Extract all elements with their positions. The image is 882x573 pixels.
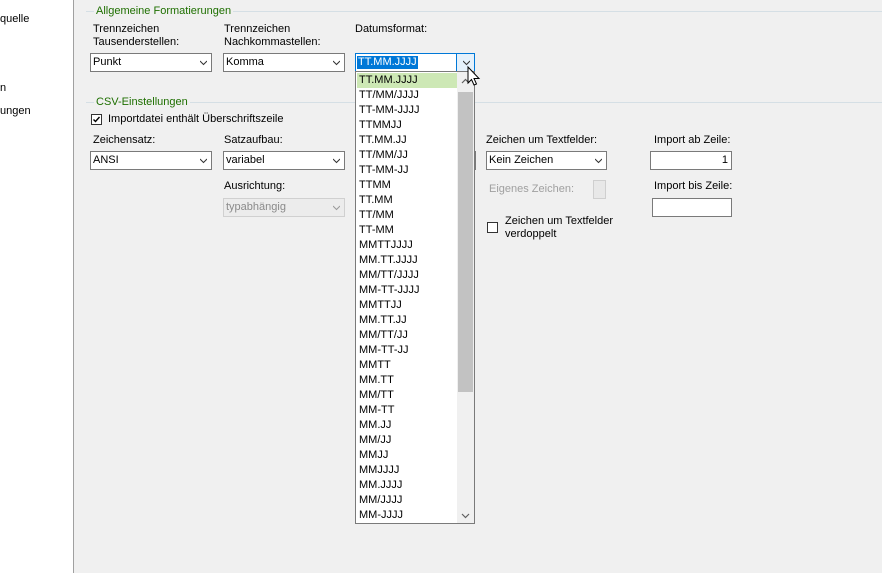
double-qualifier-checkbox[interactable] [487,222,498,233]
alignment-label: Ausrichtung: [224,180,286,192]
input-value: 1 [721,154,728,166]
chevron-down-icon[interactable] [461,512,470,519]
header-row-label: Importdatei enthält Überschriftszeile [108,113,284,125]
dropdown-option[interactable]: TT/MM [357,208,459,223]
record-structure-combo[interactable]: variabel [223,151,345,170]
import-from-input[interactable]: 1 [650,151,732,170]
dropdown-option[interactable]: TT.MM.JJJJ [357,73,459,88]
chevron-down-icon [200,158,207,164]
dropdown-option[interactable]: MM-TT-JJJJ [357,283,459,298]
alignment-combo[interactable]: typabhängig [223,198,345,217]
dropdown-option[interactable]: MM/JJ [357,433,459,448]
dropdown-option[interactable]: MMTT [357,358,459,373]
header-row-checkbox[interactable] [91,114,102,125]
combo-value: Kein Zeichen [489,154,554,166]
dropdown-option[interactable]: MMTTJJJJ [357,238,459,253]
combo-value: Komma [226,56,264,68]
chevron-down-icon [333,60,340,66]
dropdown-option[interactable]: MM.TT.JJ [357,313,459,328]
checkmark-icon [93,116,101,123]
nav-item[interactable]: ungen [0,105,31,117]
dropdown-option[interactable]: MM.TT [357,373,459,388]
text-qualifier-combo[interactable]: Kein Zeichen [486,151,607,170]
combo-value: Punkt [93,56,122,68]
chevron-down-icon [333,158,340,164]
group-divider [86,102,882,103]
dropdown-option[interactable]: MM.TT.JJJJ [357,253,459,268]
thousands-separator-label-2: Tausenderstellen: [93,36,180,48]
dropdown-option[interactable]: TT-MM [357,223,459,238]
combo-value: TT.MM.JJJJ [357,56,418,69]
combo-value: variabel [226,154,265,166]
dropdown-option[interactable]: TT-MM-JJ [357,163,459,178]
chevron-down-icon [333,205,340,211]
chevron-down-icon [200,60,207,66]
dropdown-option[interactable]: TT/MM/JJ [357,148,459,163]
dropdown-scrollbar[interactable] [457,72,474,523]
dropdown-option[interactable]: MM.JJ [357,418,459,433]
dropdown-option[interactable]: MM-JJJJ [357,508,459,523]
dropdown-option[interactable]: TT-MM-JJJJ [357,103,459,118]
dropdown-option[interactable]: MM-TT-JJ [357,343,459,358]
group-title-csv: CSV-Einstellungen [94,96,190,108]
import-to-label: Import bis Zeile: [654,180,733,192]
dropdown-option[interactable]: MM/TT [357,388,459,403]
group-title-general: Allgemeine Formatierungen [94,5,234,17]
dropdown-option[interactable]: MM/TT/JJ [357,328,459,343]
text-qualifier-label: Zeichen um Textfelder: [486,134,598,146]
navigation-tree: quelle n ungen [0,0,74,573]
thousands-separator-combo[interactable]: Punkt [90,53,212,72]
decimal-separator-label: Trennzeichen [224,23,291,35]
dropdown-option[interactable]: TT.MM.JJ [357,133,459,148]
date-format-dropdown-list[interactable]: TT.MM.JJJJ TT/MM/JJJJ TT-MM-JJJJ TTMMJJ TT.M… [355,71,475,524]
dropdown-option[interactable]: MMJJ [357,448,459,463]
date-format-label: Datumsformat: [355,23,428,35]
dropdown-option[interactable]: TTMM [357,178,459,193]
import-to-input[interactable] [652,198,732,217]
dropdown-option[interactable]: TT.MM [357,193,459,208]
double-qualifier-label-2: verdoppelt [505,228,557,240]
own-char-field[interactable] [593,180,606,199]
import-from-label: Import ab Zeile: [654,134,731,146]
dropdown-option[interactable]: MM/TT/JJJJ [357,268,459,283]
scrollbar-thumb[interactable] [458,92,473,392]
own-char-label: Eigenes Zeichen: [489,183,574,195]
combo-value: ANSI [93,154,119,166]
dropdown-option[interactable]: MM.JJJJ [357,478,459,493]
mouse-pointer-icon [467,65,481,86]
thousands-separator-label: Trennzeichen [93,23,160,35]
dropdown-option[interactable]: TTMMJJ [357,118,459,133]
charset-combo[interactable]: ANSI [90,151,212,170]
double-qualifier-label: Zeichen um Textfelder [505,215,614,227]
dropdown-option[interactable]: MMJJJJ [357,463,459,478]
chevron-down-icon [595,158,602,164]
charset-label: Zeichensatz: [93,134,156,146]
decimal-separator-combo[interactable]: Komma [223,53,345,72]
record-structure-label: Satzaufbau: [224,134,283,146]
dropdown-option[interactable]: MM-TT [357,403,459,418]
dropdown-option[interactable]: MMTTJJ [357,298,459,313]
dropdown-option[interactable]: MM/JJJJ [357,493,459,508]
combo-value: typabhängig [226,201,286,213]
nav-item[interactable]: quelle [0,13,29,25]
dropdown-option[interactable]: TT/MM/JJJJ [357,88,459,103]
decimal-separator-label-2: Nachkommastellen: [224,36,321,48]
nav-item[interactable]: n [0,82,6,94]
